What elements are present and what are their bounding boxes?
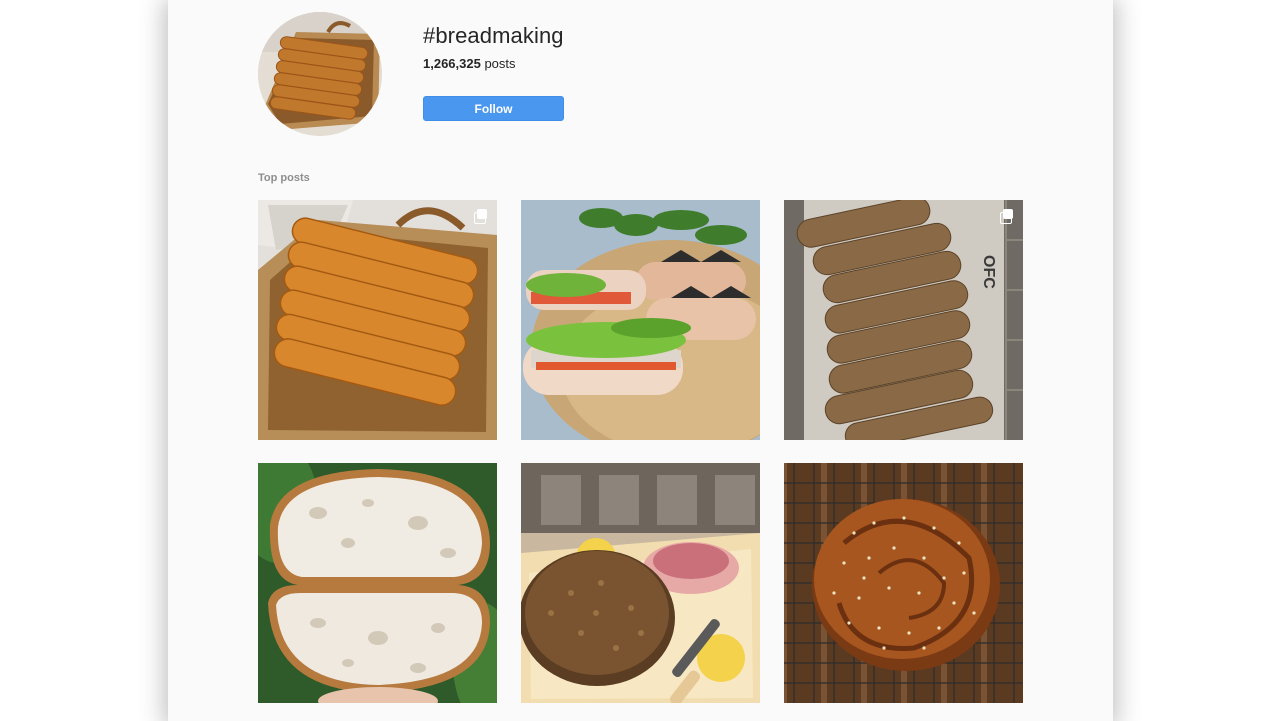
post-image-sourdough <box>258 463 497 703</box>
post-count-number: 1,266,325 <box>423 56 481 71</box>
post-image-sandwiches <box>521 200 760 440</box>
top-posts-label: Top posts <box>258 172 310 184</box>
post-tile[interactable] <box>521 463 760 703</box>
svg-text:OFC: OFC <box>980 255 997 289</box>
top-posts-grid: OFC <box>258 200 1023 705</box>
follow-button[interactable]: Follow <box>423 96 564 121</box>
post-count: 1,266,325 posts <box>423 56 516 71</box>
hashtag-page: #breadmaking 1,266,325 posts Follow Top … <box>168 0 1113 721</box>
post-image-sesame-bread <box>784 463 1023 703</box>
avatar-bread-image <box>258 12 382 136</box>
post-image-seeded-loaf <box>521 463 760 703</box>
hashtag-avatar <box>258 12 382 136</box>
screen: #breadmaking 1,266,325 posts Follow Top … <box>0 0 1280 721</box>
post-tile[interactable] <box>784 463 1023 703</box>
multiple-photos-icon <box>1000 209 1014 224</box>
post-tile[interactable] <box>258 463 497 703</box>
post-count-suffix: posts <box>480 56 516 71</box>
post-image-braided-loaf <box>258 200 497 440</box>
hashtag-title: #breadmaking <box>423 23 564 48</box>
post-image-baguettes: OFC <box>784 200 1023 440</box>
post-tile[interactable] <box>258 200 497 440</box>
multiple-photos-icon <box>474 209 488 224</box>
post-tile[interactable] <box>521 200 760 440</box>
post-tile[interactable]: OFC <box>784 200 1023 440</box>
